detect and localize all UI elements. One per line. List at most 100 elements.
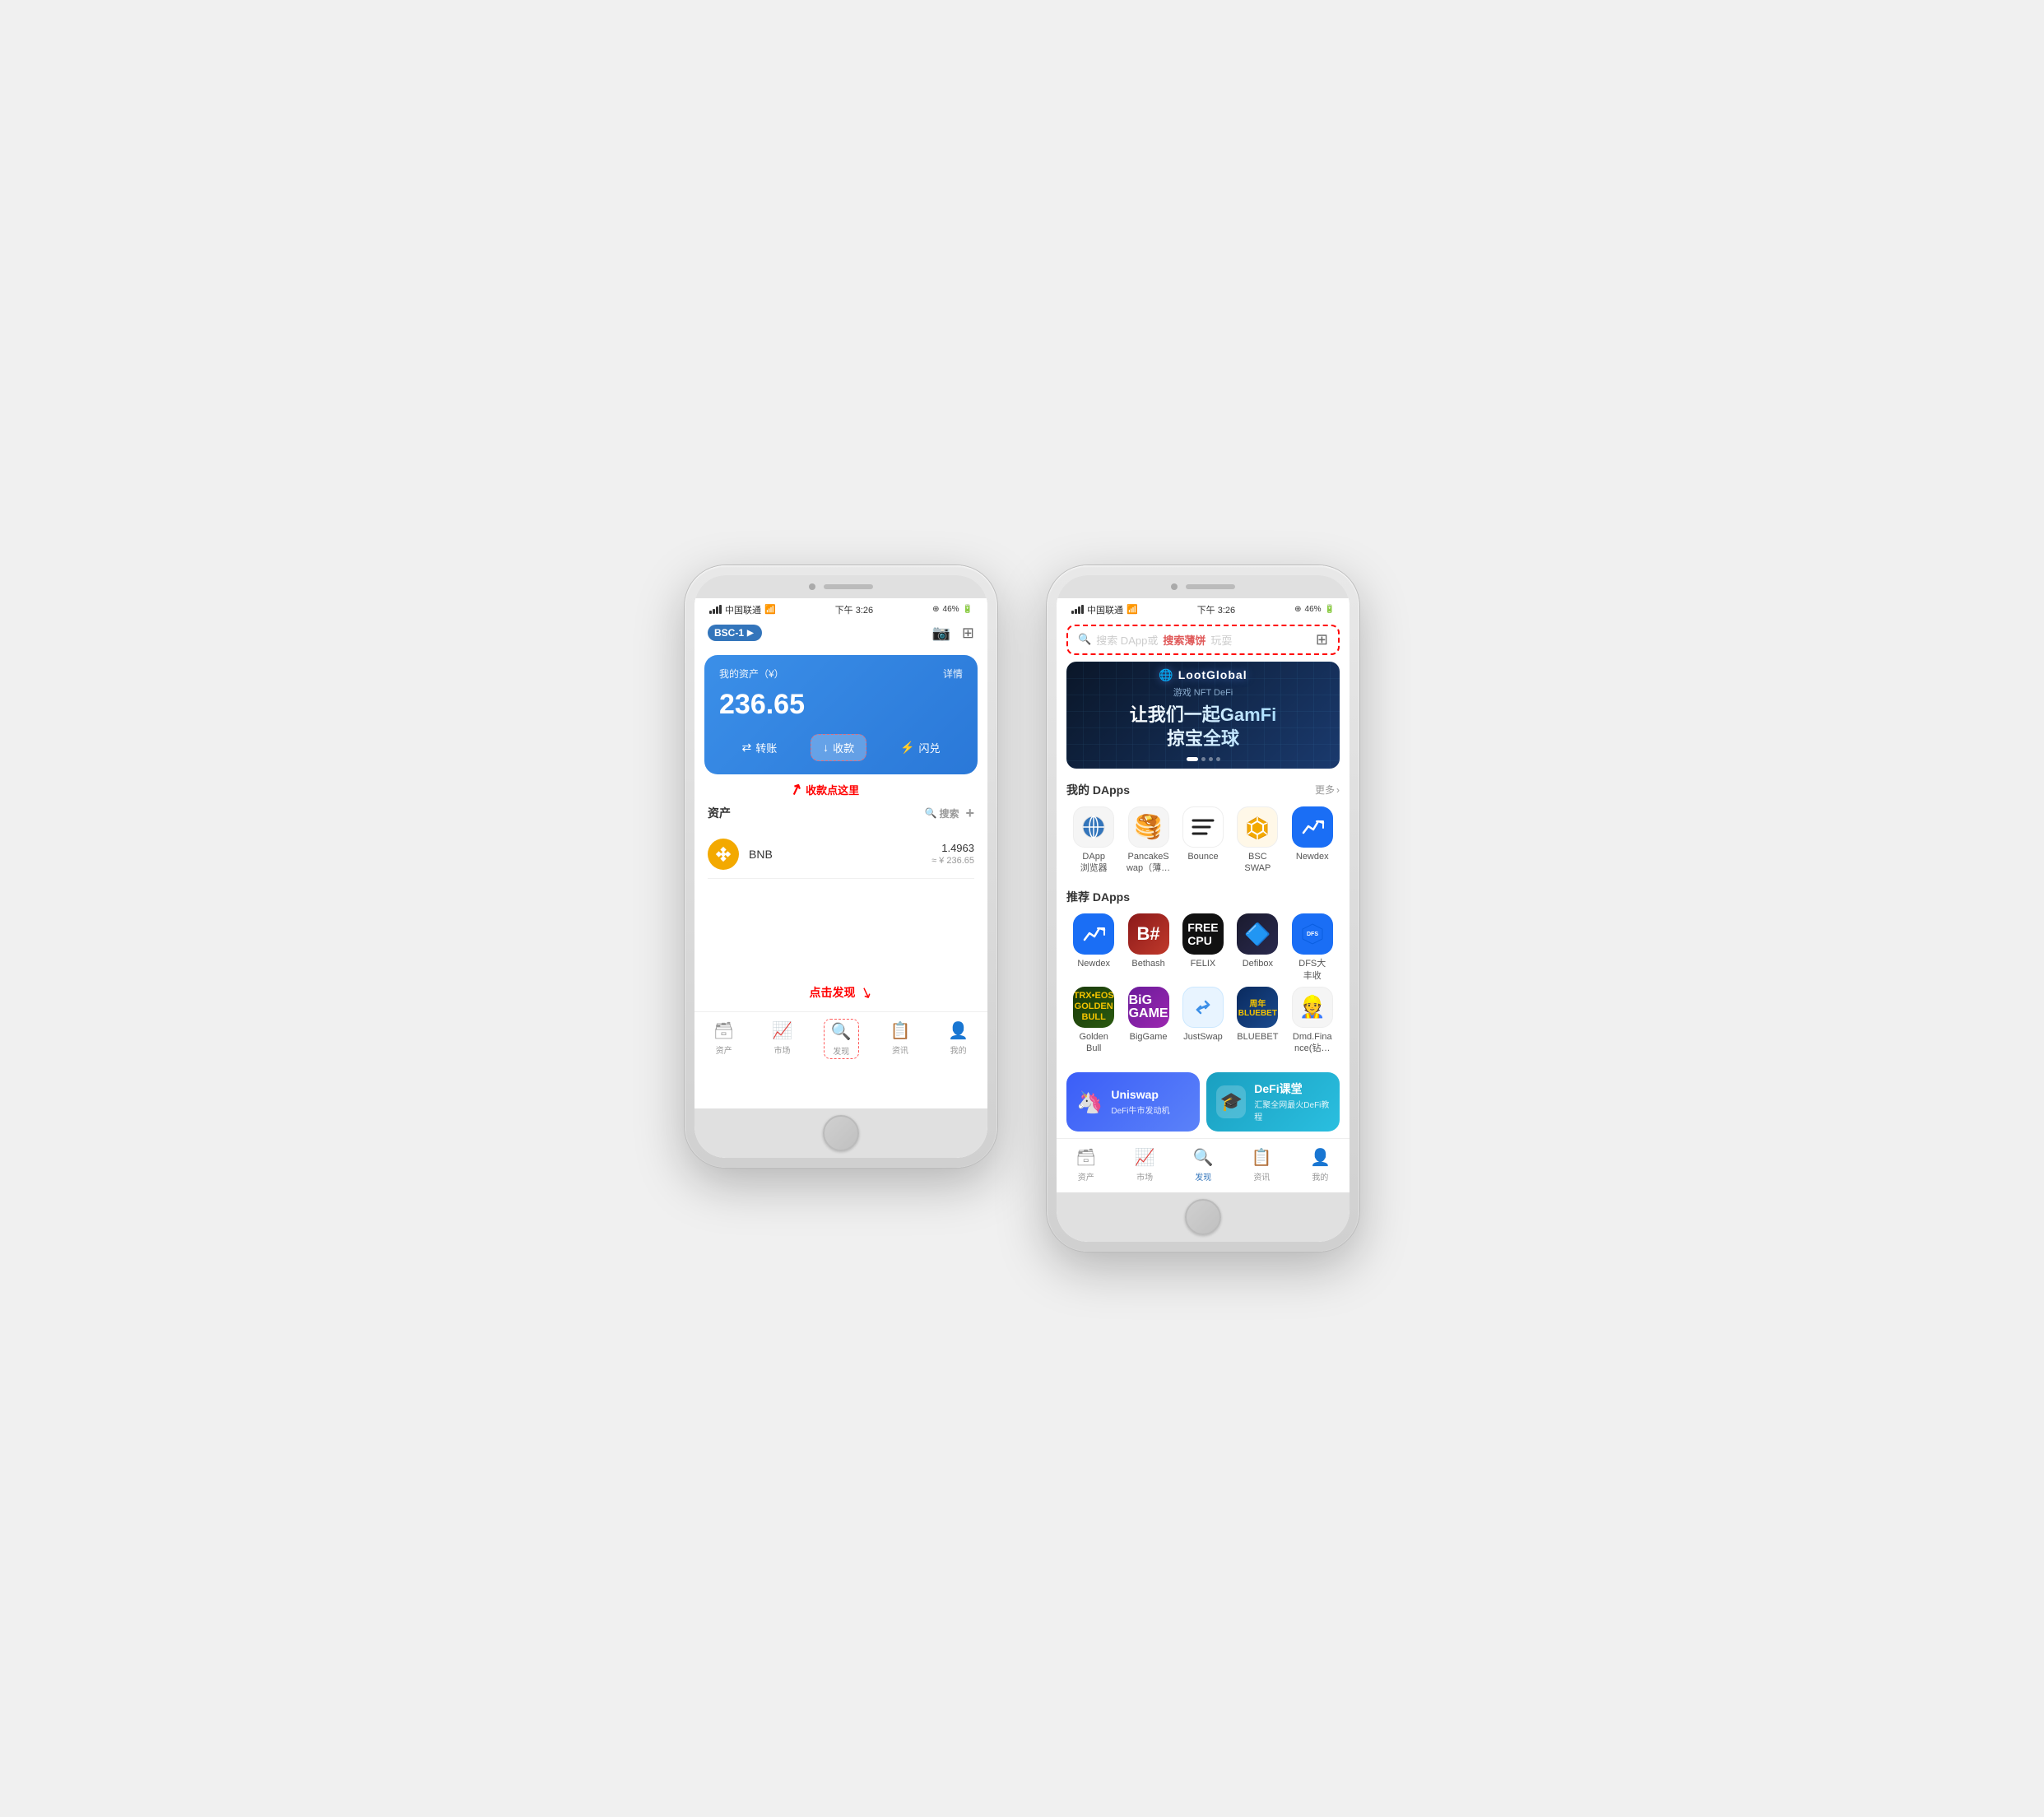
right-tab-assets[interactable]: 🗃 资产 bbox=[1069, 1146, 1103, 1184]
dapp-bethash[interactable]: B# Bethash bbox=[1122, 913, 1175, 982]
network-badge[interactable]: BSC-1 ▶ bbox=[708, 625, 762, 641]
dapp-dfs[interactable]: DFS DFS大丰收 bbox=[1286, 913, 1339, 982]
scan-icon[interactable]: ⊞ bbox=[962, 625, 974, 642]
dapp-bluebet[interactable]: 周年BLUEBET BLUEBET bbox=[1231, 987, 1284, 1055]
dapp-defibox[interactable]: 🔷 Defibox bbox=[1231, 913, 1284, 982]
left-camera-area bbox=[694, 575, 987, 598]
bnb-row: BNB 1.4963 ≈ ¥ 236.65 bbox=[708, 830, 974, 879]
banner-logo: 🌐 LootGlobal bbox=[1130, 668, 1276, 682]
dapp-biggame[interactable]: BiGGAME BigGame bbox=[1122, 987, 1175, 1055]
dapp-justswap[interactable]: JustSwap bbox=[1177, 987, 1229, 1055]
banner-content: 🌐 LootGlobal 游戏 NFT DeFi 让我们一起GamFi 掠宝全球 bbox=[1130, 668, 1276, 761]
right-status-bar: 中国联通 📶 下午 3:26 ⊕ 46% 🔋 bbox=[1057, 598, 1350, 620]
search-box[interactable]: 🔍 搜索 DApp或 搜索薄饼 玩耍 ⊞ bbox=[1066, 625, 1340, 655]
defi-icon: 🎓 bbox=[1216, 1085, 1246, 1118]
left-status-bar: 中国联通 📶 下午 3:26 ⊕ 46% 🔋 bbox=[694, 598, 987, 620]
assets-title: 资产 bbox=[708, 805, 731, 821]
my-dapps-more[interactable]: 更多 › bbox=[1315, 783, 1340, 797]
dapp-dmd-label: Dmd.Finance(钻… bbox=[1293, 1031, 1332, 1055]
left-battery: 46% bbox=[943, 605, 959, 614]
dapp-bounce[interactable]: Bounce bbox=[1177, 806, 1229, 875]
bnb-logo bbox=[708, 839, 739, 870]
right-phone-wrapper: 中国联通 📶 下午 3:26 ⊕ 46% 🔋 🔍 bbox=[1047, 565, 1359, 1252]
battery-icon: 🔋 bbox=[963, 605, 973, 614]
tab-news[interactable]: 📋 资讯 bbox=[883, 1019, 917, 1059]
dapp-browser[interactable]: DApp浏览器 bbox=[1067, 806, 1120, 875]
flash-icon: ⚡ bbox=[900, 741, 914, 755]
promo-uniswap[interactable]: 🦄 Uniswap DeFi牛市发动机 bbox=[1066, 1072, 1200, 1132]
right-scan-icon[interactable]: ⊞ bbox=[1316, 631, 1328, 648]
right-discover-tab-label: 发现 bbox=[1195, 1170, 1211, 1183]
promo-uniswap-sub: DeFi牛市发动机 bbox=[1111, 1104, 1169, 1116]
banner-tags: 游戏 NFT DeFi bbox=[1130, 685, 1276, 699]
signal-bars bbox=[709, 605, 722, 614]
recommended-dapps-header: 推荐 DApps bbox=[1066, 889, 1340, 905]
dapp-felix[interactable]: FREECPU FELIX bbox=[1177, 913, 1229, 982]
left-status-right: ⊕ 46% 🔋 bbox=[932, 605, 973, 614]
dapp-golden[interactable]: TRX•EOSGOLDENBULL GoldenBull bbox=[1067, 987, 1120, 1055]
signal-bar-1 bbox=[709, 611, 712, 614]
right-tab-discover[interactable]: 🔍 发现 bbox=[1187, 1146, 1220, 1184]
bnb-name: BNB bbox=[749, 848, 773, 861]
dapp-pancake-label: PancakeSwap（薄… bbox=[1127, 851, 1170, 875]
camera-icon[interactable]: 📷 bbox=[931, 625, 950, 642]
right-speaker bbox=[1186, 584, 1235, 589]
tab-market[interactable]: 📈 市场 bbox=[765, 1019, 799, 1059]
dapp-bluebet-label: BLUEBET bbox=[1237, 1031, 1278, 1043]
my-dapps-title: 我的 DApps bbox=[1066, 782, 1130, 798]
transfer-button[interactable]: ⇄ 转账 bbox=[730, 734, 788, 761]
right-home-button[interactable] bbox=[1185, 1199, 1221, 1235]
banner[interactable]: 🌐 LootGlobal 游戏 NFT DeFi 让我们一起GamFi 掠宝全球 bbox=[1066, 662, 1340, 769]
dapp-dmd[interactable]: 👷 Dmd.Finance(钻… bbox=[1286, 987, 1339, 1055]
dapp-bscswap[interactable]: BSCSWAP bbox=[1231, 806, 1284, 875]
right-market-tab-icon: 📈 bbox=[1135, 1147, 1155, 1168]
left-home-button[interactable] bbox=[823, 1115, 859, 1151]
discover-tab-label: 发现 bbox=[833, 1044, 849, 1057]
swap-button[interactable]: ⚡ 闪兑 bbox=[889, 734, 951, 761]
tab-discover[interactable]: 🔍 发现 bbox=[824, 1019, 859, 1059]
asset-amount: 236.65 bbox=[719, 689, 963, 721]
left-phone: 中国联通 📶 下午 3:26 ⊕ 46% 🔋 BSC-1 bbox=[685, 565, 997, 1168]
right-tab-market[interactable]: 📈 市场 bbox=[1128, 1146, 1162, 1184]
dapp-dmd-icon: 👷 bbox=[1292, 987, 1333, 1028]
spacer bbox=[694, 885, 987, 984]
tab-mine[interactable]: 👤 我的 bbox=[941, 1019, 975, 1059]
dapp-pancake[interactable]: 🥞 PancakeSwap（薄… bbox=[1122, 806, 1175, 875]
right-wifi-icon: 📶 bbox=[1127, 604, 1138, 615]
dapp-dfs-label: DFS大丰收 bbox=[1298, 958, 1326, 982]
left-screen: 中国联通 📶 下午 3:26 ⊕ 46% 🔋 BSC-1 bbox=[694, 598, 987, 1108]
dapp-newdex-rec[interactable]: Newdex bbox=[1067, 913, 1120, 982]
search-bar-area: 🔍 搜索 DApp或 搜索薄饼 玩耍 ⊞ bbox=[1057, 620, 1350, 662]
my-dapps-section: 我的 DApps 更多 › bbox=[1057, 778, 1350, 886]
dapp-newdex-my-label: Newdex bbox=[1296, 851, 1329, 862]
receive-button[interactable]: ↓ 收款 bbox=[811, 734, 866, 761]
right-tab-news[interactable]: 📋 资讯 bbox=[1245, 1146, 1279, 1184]
search-button[interactable]: 🔍 搜索 bbox=[925, 806, 959, 820]
promo-defi[interactable]: 🎓 DeFi课堂 汇聚全网最火DeFi教程 bbox=[1206, 1072, 1340, 1132]
dapp-bscswap-label: BSCSWAP bbox=[1244, 851, 1271, 875]
right-phone-inner: 中国联通 📶 下午 3:26 ⊕ 46% 🔋 🔍 bbox=[1057, 575, 1350, 1243]
right-news-tab-label: 资讯 bbox=[1253, 1170, 1270, 1183]
discover-annotation: 点击发现 bbox=[809, 984, 855, 1001]
svg-text:DFS: DFS bbox=[1307, 932, 1318, 937]
dapp-justswap-icon bbox=[1182, 987, 1224, 1028]
transfer-label: 转账 bbox=[755, 740, 777, 755]
recommended-dapps-title: 推荐 DApps bbox=[1066, 889, 1130, 905]
transfer-icon: ⇄ bbox=[741, 741, 751, 755]
assets-search: 🔍 搜索 + bbox=[925, 805, 974, 822]
dapp-defibox-label: Defibox bbox=[1243, 958, 1273, 969]
add-asset-button[interactable]: + bbox=[965, 805, 974, 822]
right-market-tab-label: 市场 bbox=[1136, 1170, 1153, 1183]
dapp-newdex-my[interactable]: Newdex bbox=[1286, 806, 1339, 875]
bnb-amount: 1.4963 bbox=[931, 842, 974, 854]
recommended-row-1: Newdex B# Bethash FREECPU bbox=[1066, 913, 1340, 982]
dapp-felix-icon: FREECPU bbox=[1182, 913, 1224, 955]
assets-tab-icon: 🗃 bbox=[713, 1020, 734, 1041]
tab-assets[interactable]: 🗃 资产 bbox=[707, 1019, 741, 1059]
asset-card: 我的资产（¥） 详情 236.65 ⇄ 转账 ↓ 收款 bbox=[704, 655, 978, 774]
receive-icon: ↓ bbox=[823, 741, 829, 754]
right-tab-mine[interactable]: 👤 我的 bbox=[1303, 1146, 1337, 1184]
right-mine-tab-icon: 👤 bbox=[1310, 1147, 1331, 1168]
detail-link[interactable]: 详情 bbox=[943, 667, 963, 681]
discover-arrow-icon: ↘ bbox=[857, 983, 875, 1003]
